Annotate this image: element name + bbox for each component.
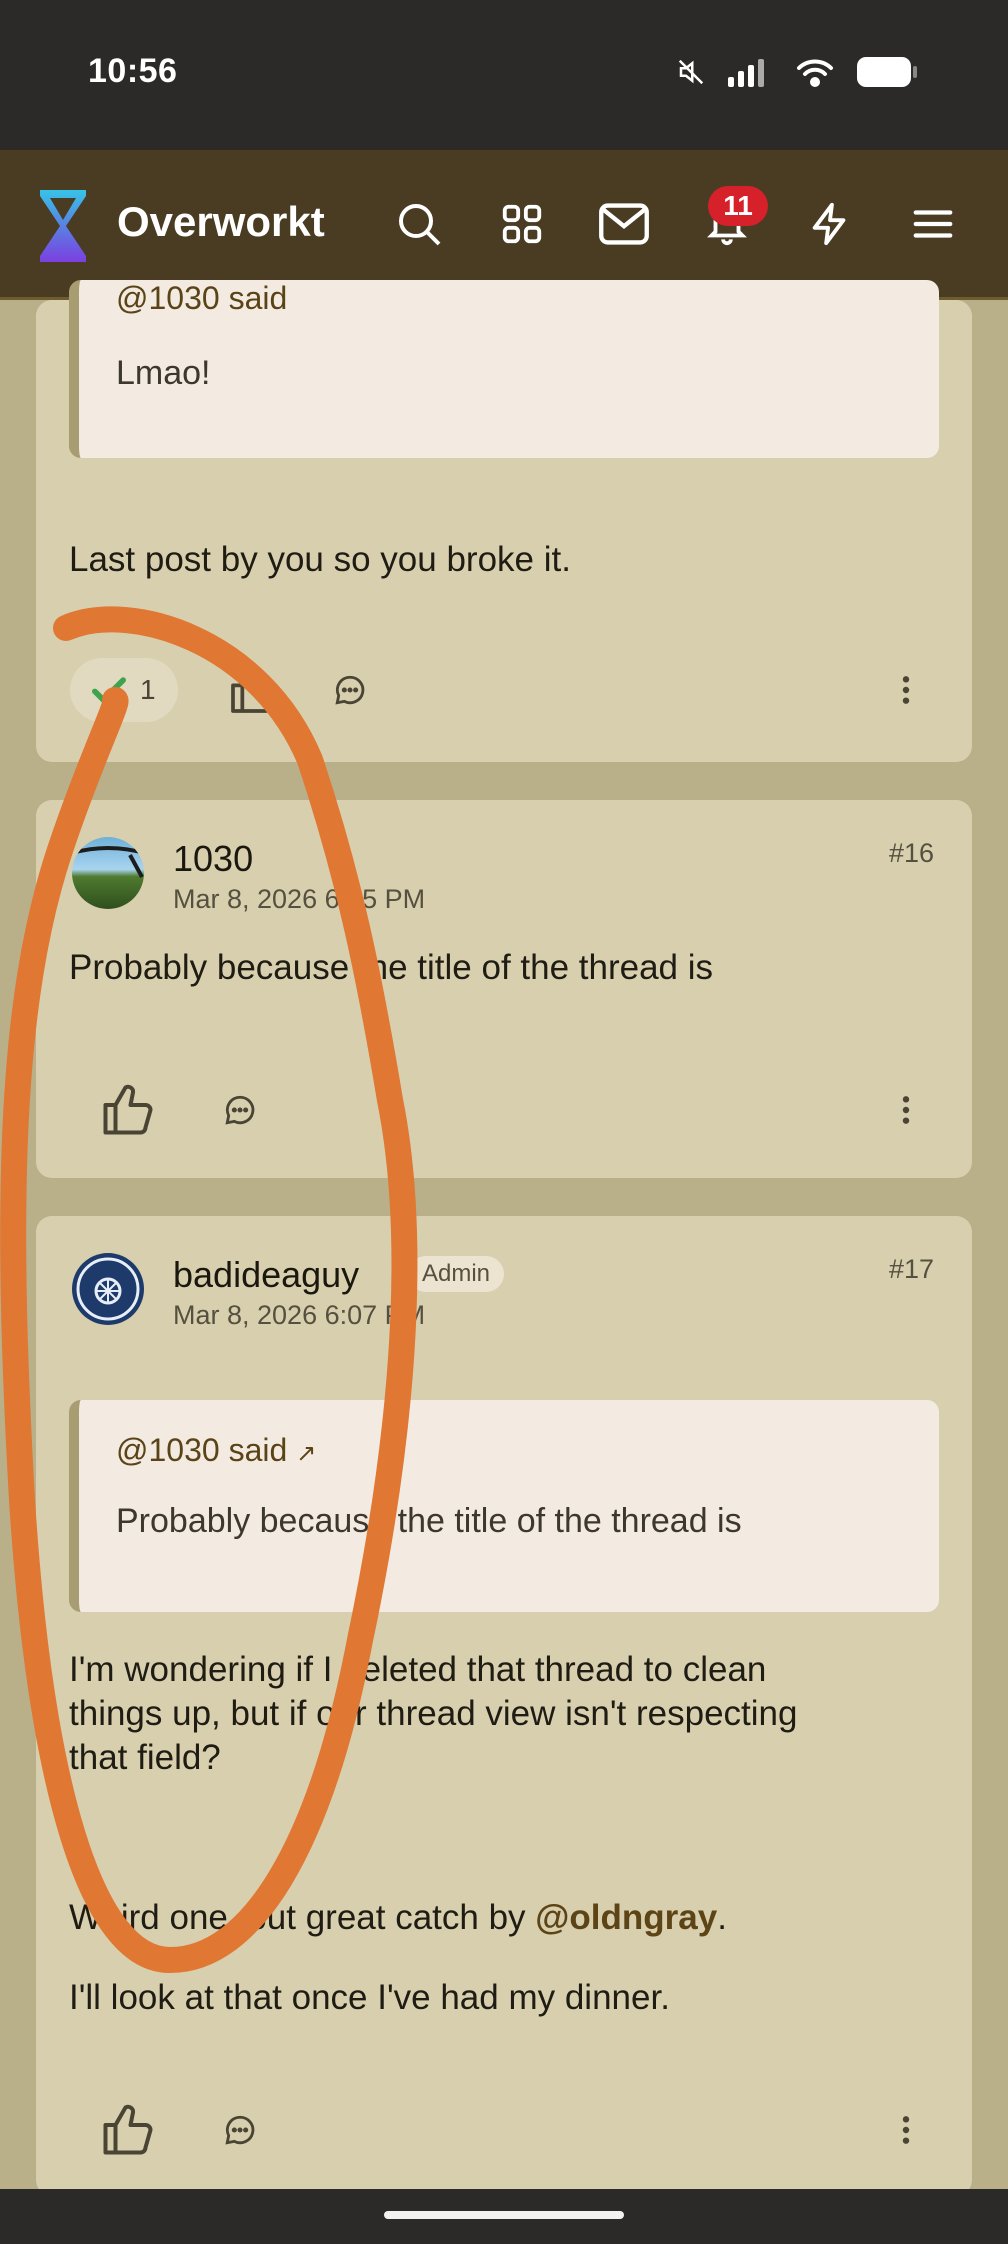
more-options-button[interactable] <box>886 658 926 722</box>
reaction-count: 1 <box>140 674 156 705</box>
more-options-button[interactable] <box>886 2094 926 2166</box>
user-mention-link[interactable]: @oldngray <box>535 1898 717 1937</box>
like-button[interactable] <box>92 2094 164 2166</box>
search-button[interactable] <box>389 194 449 254</box>
menu-icon <box>913 210 953 238</box>
post-author[interactable]: 1030 <box>173 838 253 880</box>
avatar[interactable] <box>72 837 144 909</box>
post-body: I'm wondering if I deleted that thread t… <box>69 1650 798 1777</box>
post-card-15: @1030 said Lmao! Last post by you so you… <box>36 280 972 762</box>
apps-button[interactable] <box>492 194 552 254</box>
reply-button[interactable] <box>208 2094 272 2166</box>
avatar[interactable] <box>72 1253 144 1325</box>
post-body-line: I'll look at that once I've had my dinne… <box>69 1978 670 2017</box>
post-number[interactable]: #16 <box>889 838 934 869</box>
logo-hourglass-icon[interactable] <box>36 186 90 266</box>
reply-icon <box>225 1095 255 1125</box>
reply-icon <box>335 675 365 705</box>
apps-grid-icon <box>502 204 542 244</box>
site-name[interactable]: Overworkt <box>117 198 325 246</box>
post-body: Probably because the title of the thread… <box>69 948 714 987</box>
quote-attribution[interactable]: @1030 said ↗ <box>116 1432 316 1469</box>
post-author[interactable]: badideaguy <box>173 1254 359 1296</box>
reply-button[interactable] <box>208 1074 272 1146</box>
app-bar: Overworkt <box>0 150 1008 300</box>
whats-new-button[interactable] <box>800 194 860 254</box>
bolt-icon <box>812 202 846 246</box>
mail-icon <box>599 203 649 245</box>
quote-text: Lmao! <box>116 354 211 392</box>
more-vertical-icon <box>902 1096 910 1124</box>
post-body: Last post by you so you broke it. <box>69 540 571 579</box>
system-icons <box>676 56 918 88</box>
reaction-summary[interactable]: 1 <box>70 658 178 722</box>
mute-icon <box>678 59 704 85</box>
signal-icon <box>728 59 764 87</box>
menu-button[interactable] <box>903 194 963 254</box>
post-body-text: . <box>717 1898 727 1937</box>
home-indicator[interactable] <box>384 2211 624 2219</box>
teamsters-emblem-icon <box>76 1257 140 1321</box>
thumbs-up-icon <box>103 2104 153 2155</box>
post-card-17: badideaguy Admin Mar 8, 2026 6:07 PM #17… <box>36 1216 972 2196</box>
like-button[interactable] <box>92 1074 164 1146</box>
quote-attribution[interactable]: @1030 said <box>116 280 287 317</box>
admin-role-badge: Admin <box>408 1256 505 1292</box>
thumbs-up-icon <box>231 666 277 713</box>
reply-icon <box>225 2115 255 2145</box>
more-vertical-icon <box>902 2116 910 2144</box>
post-number[interactable]: #17 <box>889 1254 934 1285</box>
goto-quote-icon: ↗ <box>296 1440 317 1467</box>
reply-button[interactable] <box>318 658 382 722</box>
quote-text: Probably because the title of the thread… <box>116 1502 742 1540</box>
post-date[interactable]: Mar 8, 2026 6:05 PM <box>173 884 425 915</box>
messages-button[interactable] <box>594 194 654 254</box>
thumbs-up-icon <box>103 1084 153 1135</box>
status-bar: 10:56 <box>0 0 1008 150</box>
windshield-photo-icon <box>72 846 144 878</box>
check-reaction-icon <box>92 677 126 704</box>
notification-badge: 11 <box>708 186 768 226</box>
battery-icon <box>857 57 917 87</box>
quote-author: @1030 said <box>116 1432 288 1468</box>
post-body-line: Weird one, but great catch by @oldngray. <box>69 1896 727 1940</box>
post-date[interactable]: Mar 8, 2026 6:07 PM <box>173 1300 425 1331</box>
post-body-text: Weird one, but great catch by <box>69 1898 536 1937</box>
system-nav-bar <box>0 2189 1008 2244</box>
more-vertical-icon <box>902 676 910 704</box>
like-button[interactable] <box>222 658 286 722</box>
more-options-button[interactable] <box>886 1074 926 1146</box>
post-card-16: 1030 Mar 8, 2026 6:05 PM #16 Probably be… <box>36 800 972 1178</box>
status-time: 10:56 <box>88 52 178 90</box>
search-icon <box>399 204 441 246</box>
wifi-icon <box>797 59 833 87</box>
